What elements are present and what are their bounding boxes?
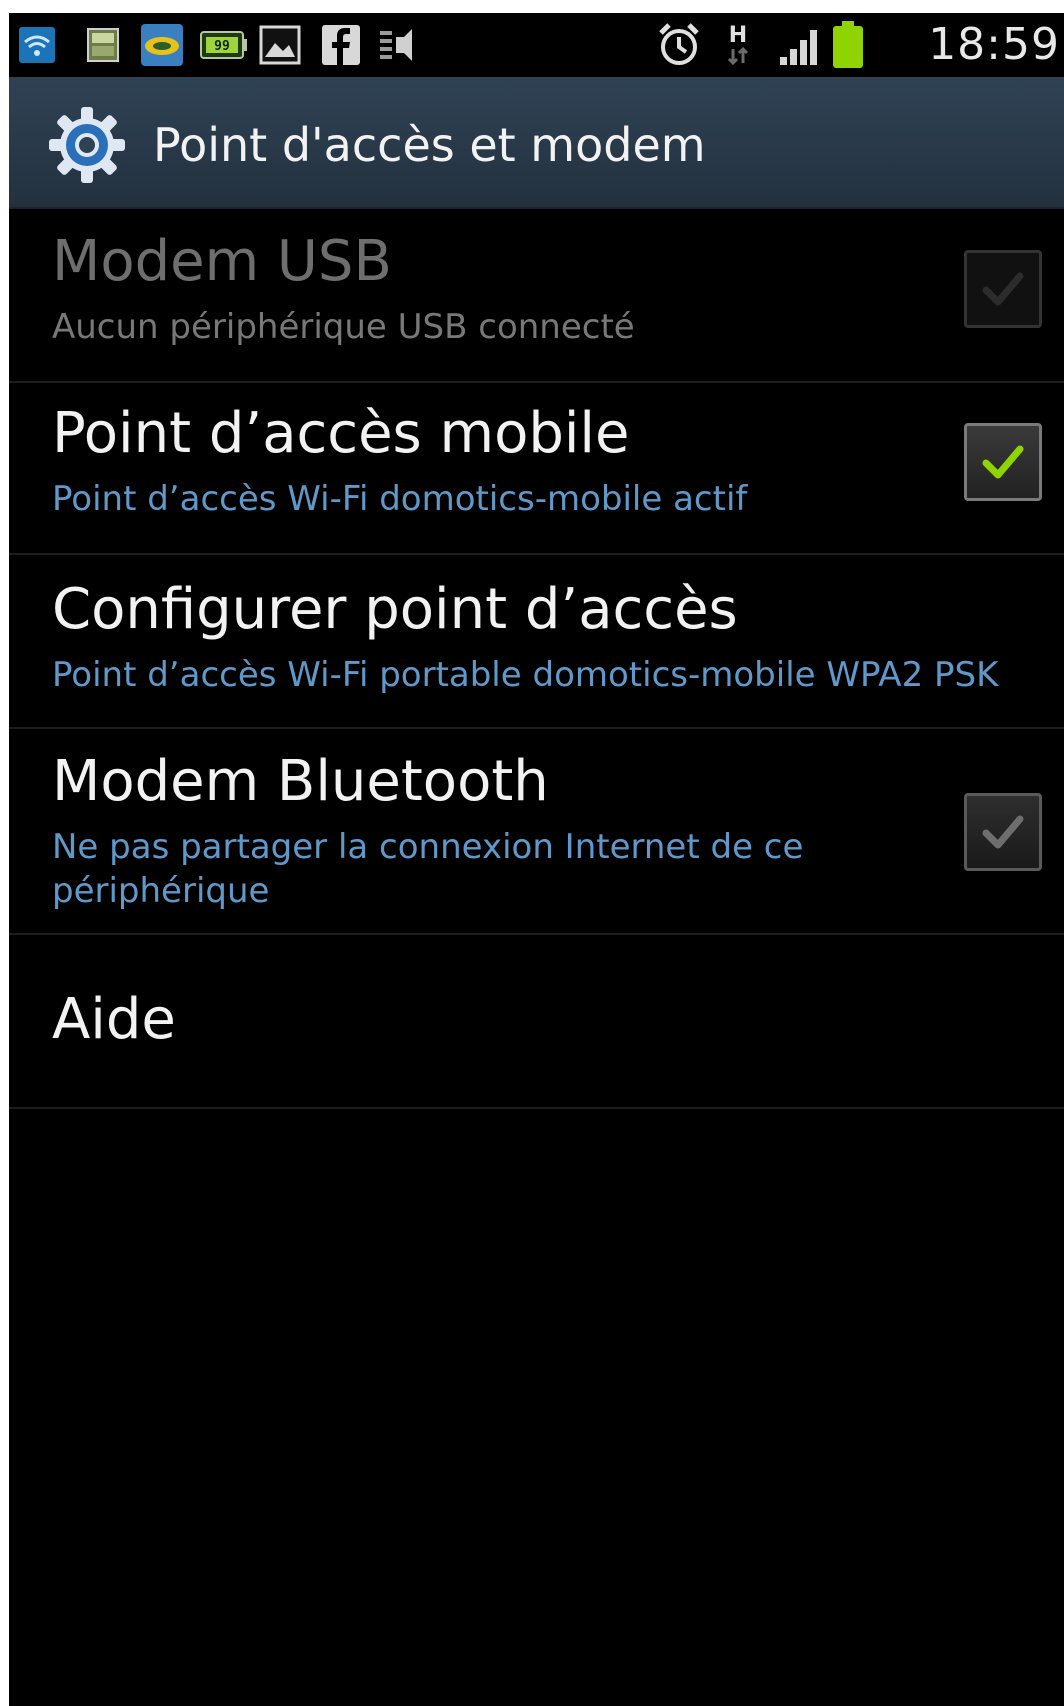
setting-summary: Aucun périphérique USB connecté — [52, 307, 635, 347]
setting-mobile-hotspot[interactable]: Point d’accès mobile Point d’accès Wi-Fi… — [9, 383, 1064, 555]
page-title: Point d'accès et modem — [153, 118, 706, 172]
settings-list: Modem USB Aucun périphérique USB connect… — [9, 209, 1064, 1109]
network-h-icon: H — [721, 23, 755, 67]
check-icon — [982, 272, 1024, 306]
3g-icon — [85, 23, 121, 67]
setting-usb-tethering[interactable]: Modem USB Aucun périphérique USB connect… — [9, 209, 1064, 383]
battery-icon — [831, 21, 865, 68]
clock: 18:59 — [928, 19, 1060, 70]
setting-summary: Point d’accès Wi-Fi portable domotics-mo… — [52, 655, 999, 695]
action-bar: Point d'accès et modem — [9, 77, 1064, 209]
network-type-label: H — [728, 23, 748, 48]
facebook-icon — [319, 23, 363, 67]
usb-tethering-checkbox[interactable] — [964, 250, 1042, 328]
setting-summary: Ne pas partager la connexion Internet de… — [52, 827, 804, 911]
signal-strength-icon — [777, 23, 825, 67]
media-icon — [375, 23, 419, 67]
phone-screen: 99 H 18:59 Point d'accès et modem Modem … — [9, 13, 1064, 1706]
setting-title: Modem USB — [52, 229, 392, 294]
setting-title: Point d’accès mobile — [52, 401, 630, 466]
setting-configure-hotspot[interactable]: Configurer point d’accès Point d’accès W… — [9, 555, 1064, 729]
svg-text:99: 99 — [214, 39, 230, 54]
gallery-icon — [258, 23, 302, 67]
check-icon — [982, 815, 1024, 849]
bluetooth-tethering-checkbox[interactable] — [964, 793, 1042, 871]
setting-help[interactable]: Aide — [9, 935, 1064, 1109]
setting-title: Aide — [52, 987, 176, 1052]
setting-title: Configurer point d’accès — [52, 577, 738, 642]
check-icon — [982, 445, 1024, 479]
battery-99-icon: 99 — [199, 23, 249, 67]
mobile-hotspot-checkbox[interactable] — [964, 423, 1042, 501]
brand-icon — [140, 23, 184, 67]
setting-bluetooth-tethering[interactable]: Modem Bluetooth Ne pas partager la conne… — [9, 729, 1064, 935]
alarm-icon — [655, 23, 703, 67]
settings-gear-icon[interactable] — [47, 105, 127, 185]
setting-title: Modem Bluetooth — [52, 749, 549, 814]
wifi-icon — [17, 23, 57, 67]
setting-summary: Point d’accès Wi-Fi domotics-mobile acti… — [52, 479, 748, 519]
status-bar: 99 H 18:59 — [9, 13, 1064, 77]
